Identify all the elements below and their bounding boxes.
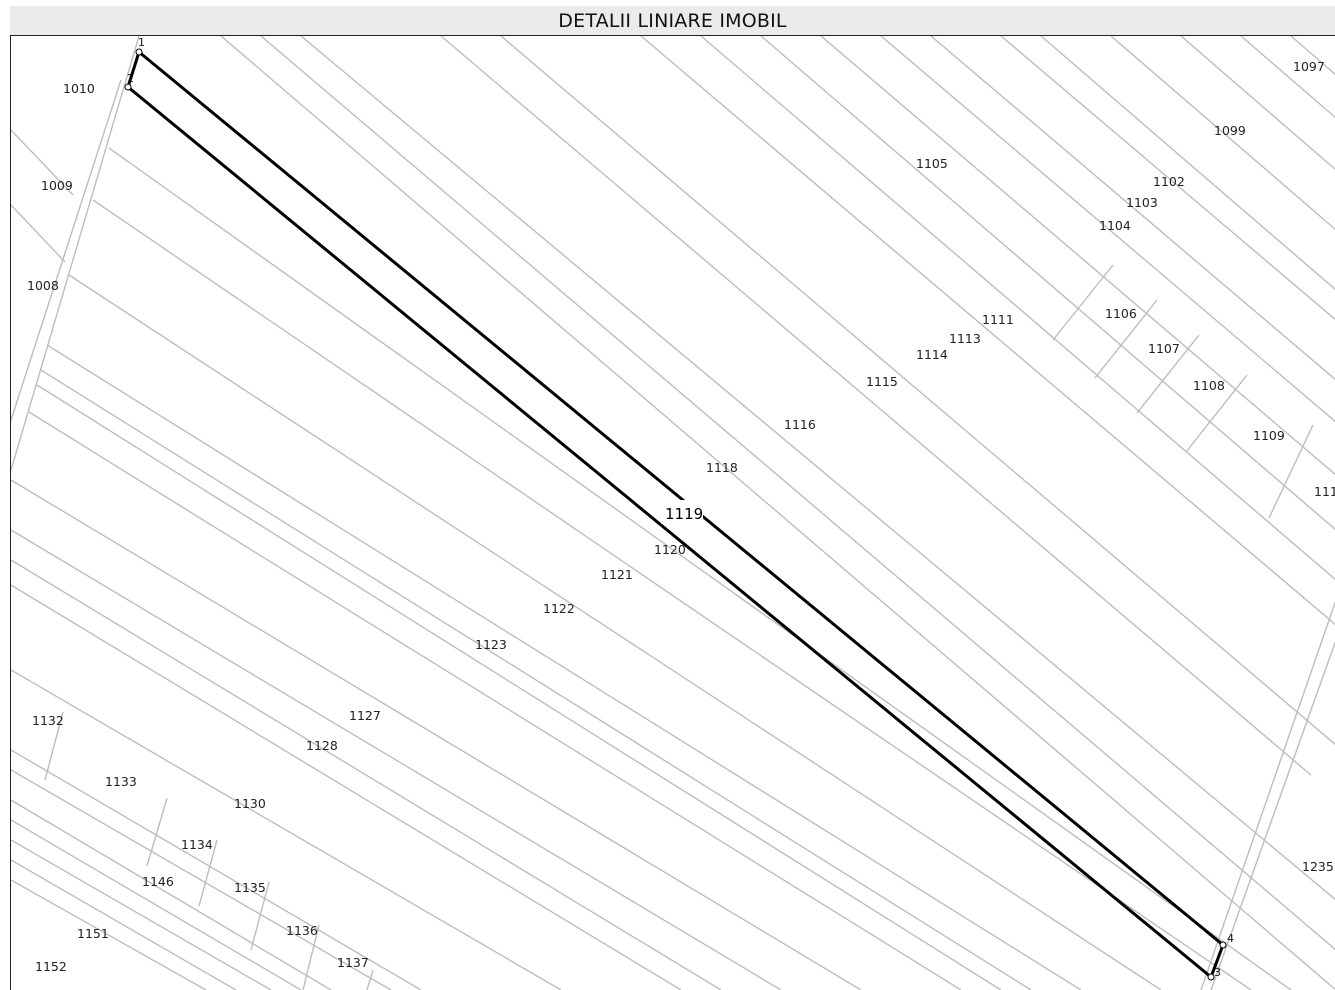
parcel-label: 1108 [1193,378,1225,393]
vertex-label: 2 [127,72,134,85]
parcel-label: 1008 [27,278,59,293]
parcel-label: 1151 [77,926,109,941]
parcel-label: 1123 [475,637,507,652]
parcel-label: 1107 [1148,341,1180,356]
parcel-label: 1134 [181,837,213,852]
parcel-label: 1132 [32,713,64,728]
cadastral-map[interactable]: 1 2 3 4 1119 1010 1009 1008 1097 1099 11… [10,36,1335,990]
parcel-label: 1104 [1099,218,1131,233]
parcel-label: 1118 [706,460,738,475]
parcel-label: 1110 [1314,484,1335,499]
parcel-label: 1152 [35,959,67,974]
parcel-label: 1121 [601,567,633,582]
vertex-label: 4 [1227,932,1234,945]
parcel-label: 1009 [41,178,73,193]
map-title: DETALII LINIARE IMOBIL [10,6,1335,36]
parcel-label: 1106 [1105,306,1137,321]
parcel-label: 1010 [63,81,95,96]
parcel-label: 1137 [337,955,369,970]
parcel-label: 1136 [286,923,318,938]
parcel-label: 1128 [306,738,338,753]
parcel-label: 1102 [1153,174,1185,189]
parcel-label: 1109 [1253,428,1285,443]
parcel-label: 1115 [866,374,898,389]
parcel-label: 1097 [1293,59,1325,74]
parcel-label: 1235 [1302,859,1334,874]
parcel-label: 1113 [949,331,981,346]
parcel-label: 1105 [916,156,948,171]
main-parcel-label[interactable]: 1119 [665,505,703,523]
parcel-label: 1116 [784,417,816,432]
parcel-label: 1130 [234,796,266,811]
parcel-label: 1146 [142,874,174,889]
parcel-label: 1133 [105,774,137,789]
vertex-label: 1 [138,36,145,49]
parcel-label: 1120 [654,542,686,557]
parcel-label: 1122 [543,601,575,616]
vertex-label: 3 [1214,966,1221,979]
parcel-label: 1103 [1126,195,1158,210]
parcel-label: 1135 [234,880,266,895]
parcel-label: 1111 [982,312,1014,327]
parcel-label: 1127 [349,708,381,723]
parcel-label: 1114 [916,347,948,362]
parcel-label: 1099 [1214,123,1246,138]
